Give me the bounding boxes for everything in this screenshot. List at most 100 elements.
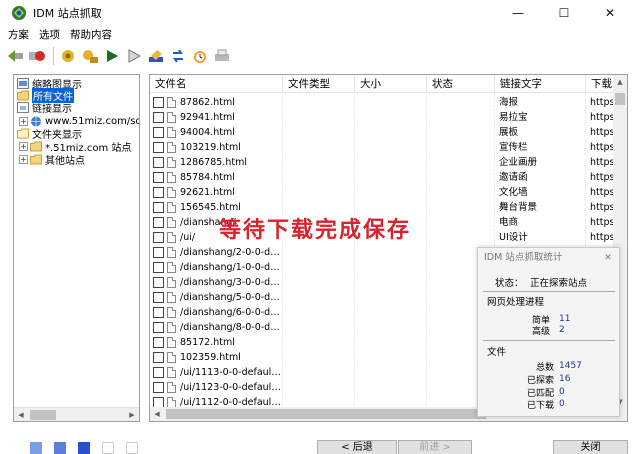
row-checkbox[interactable]: [153, 337, 164, 348]
row-checkbox[interactable]: [153, 217, 164, 228]
link-icon: [17, 101, 29, 113]
scroll-left-arrow-icon[interactable]: ◀: [150, 407, 164, 421]
gear-icon[interactable]: [59, 47, 77, 65]
file-icon: [167, 322, 176, 333]
filename-text: 102359.html: [180, 352, 241, 363]
column-header-status[interactable]: 状态: [427, 75, 495, 93]
column-header-link-text[interactable]: 链接文字: [495, 75, 586, 93]
scroll-thumb[interactable]: [30, 410, 56, 420]
refresh-icon[interactable]: [169, 47, 187, 65]
cell-filename: 85784.html: [150, 170, 283, 185]
printer-icon[interactable]: [213, 47, 231, 65]
explored-value: 16: [559, 374, 571, 384]
row-checkbox[interactable]: [153, 277, 164, 288]
play-outline-icon[interactable]: [125, 47, 143, 65]
file-icon: [167, 262, 176, 273]
scroll-up-arrow-icon[interactable]: ▲: [613, 75, 627, 89]
column-header-filetype[interactable]: 文件类型: [283, 75, 355, 93]
alarm-icon[interactable]: [191, 47, 209, 65]
table-row[interactable]: 87862.html 海报 https:: [150, 95, 627, 110]
scroll-left-arrow-icon[interactable]: ◀: [14, 408, 28, 421]
overlay-caption: 等待下载完成保存: [219, 217, 412, 243]
row-checkbox[interactable]: [153, 172, 164, 183]
back-icon[interactable]: [6, 47, 24, 65]
play-icon[interactable]: [103, 47, 121, 65]
scroll-thumb[interactable]: [615, 93, 625, 105]
row-checkbox[interactable]: [153, 157, 164, 168]
table-row[interactable]: 103219.html 宣传栏 https:: [150, 140, 627, 155]
tree-item-51miz[interactable]: + *.51miz.com 站点: [19, 140, 131, 154]
row-checkbox[interactable]: [153, 367, 164, 378]
row-checkbox[interactable]: [153, 127, 164, 138]
row-checkbox[interactable]: [153, 262, 164, 273]
tree-item-other-sites[interactable]: + 其他站点: [19, 153, 85, 167]
minimize-button[interactable]: —: [495, 0, 541, 26]
status-value: 正在探索站点: [530, 278, 588, 289]
tree-item-links[interactable]: 链接显示: [17, 101, 72, 115]
table-row[interactable]: 92621.html 文化墙 https:: [150, 185, 627, 200]
close-icon[interactable]: ✕: [602, 252, 614, 264]
cell-filename: /dianshang/2-0-0-defa...: [150, 245, 283, 260]
cell-filename: /dianshang/8-0-0-defa...: [150, 320, 283, 335]
cell-size: [355, 155, 427, 170]
table-row[interactable]: 92941.html 易拉宝 https:: [150, 110, 627, 125]
cell-link-text: 舞台背景: [495, 200, 586, 215]
row-checkbox[interactable]: [153, 202, 164, 213]
file-icon: [167, 277, 176, 288]
scroll-thumb[interactable]: [166, 409, 486, 419]
expand-toggle[interactable]: +: [19, 154, 28, 164]
expand-toggle[interactable]: +: [19, 116, 28, 126]
row-checkbox[interactable]: [153, 142, 164, 153]
menu-item-scheme[interactable]: 方案: [8, 27, 29, 42]
cell-filename: /dianshang/5-0-0-defa...: [150, 290, 283, 305]
row-checkbox[interactable]: [153, 382, 164, 393]
progress-square: [30, 442, 42, 454]
total-label: 总数: [535, 363, 554, 373]
table-row[interactable]: 1286785.html 企业画册 https:: [150, 155, 627, 170]
cell-size: [355, 110, 427, 125]
toolbar: [0, 44, 633, 68]
close-window-button[interactable]: ✕: [587, 0, 633, 26]
filename-text: 92621.html: [180, 187, 235, 198]
row-checkbox[interactable]: [153, 232, 164, 243]
progress-square: [54, 442, 66, 454]
row-checkbox[interactable]: [153, 187, 164, 198]
row-checkbox[interactable]: [153, 97, 164, 108]
scroll-right-arrow-icon[interactable]: ▶: [125, 408, 139, 421]
cell-link-text: 展板: [495, 125, 586, 140]
cell-filetype: [283, 380, 355, 395]
filename-text: 1286785.html: [180, 157, 247, 168]
row-checkbox[interactable]: [153, 322, 164, 333]
row-checkbox[interactable]: [153, 292, 164, 303]
settings-icon[interactable]: [81, 47, 99, 65]
status-label: 状态：: [495, 278, 524, 289]
expand-toggle[interactable]: +: [19, 141, 28, 151]
close-button[interactable]: 关闭: [553, 440, 628, 454]
table-row[interactable]: 94004.html 展板 https:: [150, 125, 627, 140]
row-checkbox[interactable]: [153, 112, 164, 123]
download-icon[interactable]: [147, 47, 165, 65]
progress-square: [126, 442, 138, 454]
idm-logo-icon: [12, 6, 26, 20]
maximize-button[interactable]: ☐: [541, 0, 587, 26]
cell-filename: 85172.html: [150, 335, 283, 350]
cell-link-text: 易拉宝: [495, 110, 586, 125]
table-row[interactable]: 85784.html 邀请函 https:: [150, 170, 627, 185]
row-checkbox[interactable]: [153, 307, 164, 318]
tree-item-folders[interactable]: 文件夹显示: [17, 127, 82, 141]
row-checkbox[interactable]: [153, 247, 164, 258]
row-checkbox[interactable]: [153, 352, 164, 363]
menu-item-options[interactable]: 选项: [39, 27, 60, 42]
cell-filetype: [283, 95, 355, 110]
back-button[interactable]: < 后退: [317, 440, 397, 454]
menu-item-help[interactable]: 帮助内容: [70, 27, 112, 42]
file-icon: [167, 382, 176, 393]
tree-horizontal-scrollbar[interactable]: ◀ ▶: [14, 407, 139, 421]
next-button[interactable]: 前进 >: [398, 440, 472, 454]
column-header-size[interactable]: 大小: [355, 75, 427, 93]
cell-size: [355, 380, 427, 395]
cell-size: [355, 260, 427, 275]
column-header-filename[interactable]: 文件名: [150, 75, 283, 93]
stop-icon[interactable]: [28, 47, 46, 65]
downloaded-value: 0: [559, 399, 565, 409]
